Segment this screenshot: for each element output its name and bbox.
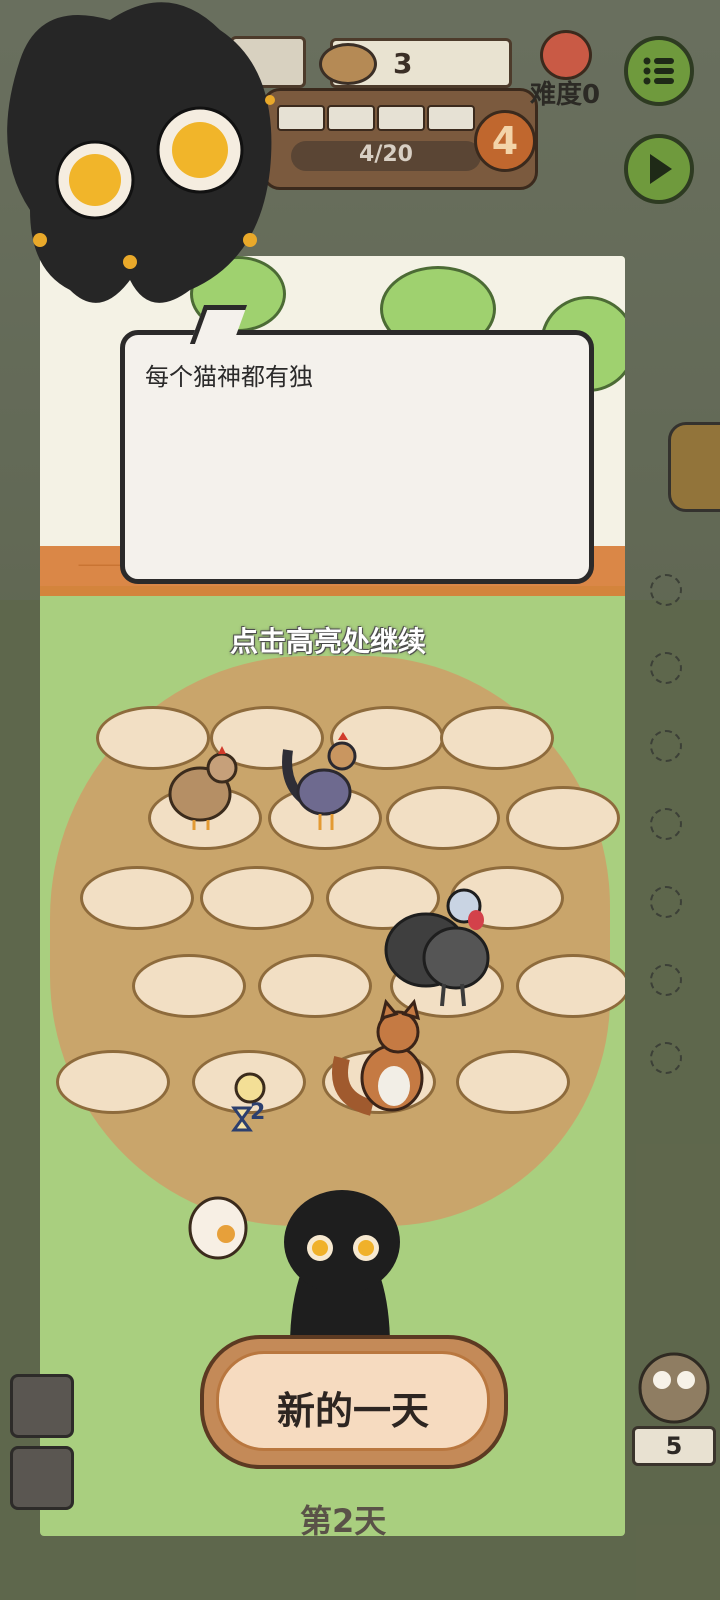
owl-count: 5 (632, 1426, 716, 1466)
owl-counter[interactable]: 5 (632, 1344, 716, 1466)
menu-button[interactable] (624, 36, 694, 106)
black-cat[interactable] (250, 1176, 430, 1346)
progress-bar: 4/20 (291, 141, 481, 171)
side-item-cat[interactable] (10, 1446, 74, 1510)
owl-icon (638, 1352, 710, 1424)
play-button[interactable] (624, 134, 694, 204)
play-icon (650, 154, 672, 184)
dialog-text: 每个猫神都有独 (145, 363, 313, 391)
farm-plot[interactable] (80, 866, 194, 930)
new-day-button[interactable]: 新的一天 (200, 1335, 508, 1469)
certificate-icon[interactable] (188, 1196, 250, 1262)
hen[interactable] (164, 742, 244, 832)
new-day-label: 新的一天 (276, 1389, 429, 1433)
day-label: 第2天 (300, 1502, 387, 1540)
progress-segment (427, 105, 475, 131)
progress-segment (377, 105, 425, 131)
food-count: 3 (393, 47, 413, 80)
rooster[interactable] (280, 730, 364, 834)
progress-text: 4/20 (359, 142, 413, 167)
farm-plot[interactable] (456, 1050, 570, 1114)
side-item-bowl[interactable] (10, 1374, 74, 1438)
level-badge: 4 (474, 110, 536, 172)
game-scene: 2 3 4/20 4 难度0 每个猫神都有独 点击高亮处继续 新的一天 5 第2… (0, 0, 720, 1600)
difficulty-label: 难度0 (530, 80, 601, 110)
tap-hint: 点击高亮处继续 (230, 625, 427, 658)
dialog-bubble[interactable]: 每个猫神都有独 (120, 305, 594, 584)
farm-plot[interactable] (440, 706, 554, 770)
hourglass-count: 2 (250, 1100, 266, 1125)
cat-god-spirit (7, 2, 275, 303)
menu-icon (643, 57, 674, 85)
bowl-icon (319, 43, 377, 85)
food-counter: 3 (319, 38, 512, 88)
farm-plot[interactable] (516, 954, 625, 1018)
difficulty-indicator[interactable]: 难度0 (530, 30, 620, 110)
fox[interactable] (332, 998, 436, 1118)
farm-plot[interactable] (506, 786, 620, 850)
farm-plot[interactable] (56, 1050, 170, 1114)
progress-segment (327, 105, 375, 131)
turkey[interactable] (382, 880, 512, 1010)
farm-plot[interactable] (200, 866, 314, 930)
farm-plot[interactable] (132, 954, 246, 1018)
difficulty-icon (540, 30, 592, 80)
farm-plot[interactable] (386, 786, 500, 850)
new-day-button-inner: 新的一天 (216, 1351, 490, 1451)
